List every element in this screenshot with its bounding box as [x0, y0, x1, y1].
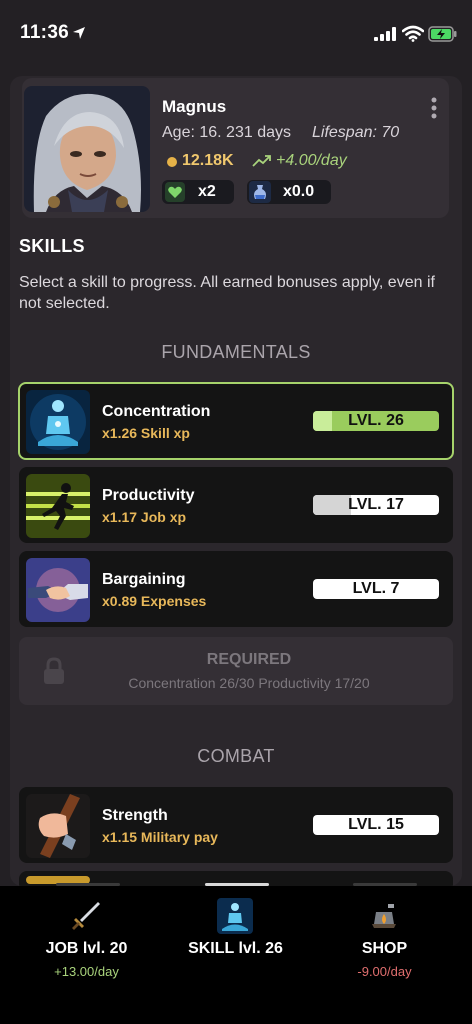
skills-section-title: SKILLS [19, 236, 85, 256]
productivity-skill-icon [26, 474, 90, 538]
potion-multiplier-badge: x0.0 [247, 180, 331, 204]
locked-skill-row: REQUIRED Concentration 26/30 Productivit… [19, 637, 453, 705]
main-content[interactable]: Magnus Age: 16. 231 days Lifespan: 70 12… [10, 76, 462, 886]
heart-icon [165, 182, 185, 202]
health-multiplier-badge: x2 [162, 180, 234, 204]
character-name: Magnus [162, 97, 227, 116]
nav-skill-label: SKILL lvl. 26 [188, 940, 283, 957]
skill-name: Bargaining [102, 571, 186, 588]
potion-icon [249, 181, 271, 203]
wifi-icon [402, 25, 424, 42]
skill-bonus: x1.15 Military pay [102, 829, 218, 845]
health-multiplier-value: x2 [198, 183, 216, 200]
category-header-fundamentals: FUNDAMENTALS [161, 342, 311, 362]
skill-level-label: LVL. 17 [348, 496, 404, 513]
skill-bonus: x1.17 Job xp [102, 509, 187, 525]
location-arrow-icon [73, 27, 85, 39]
skill-level-bar: LVL. 26 [313, 411, 439, 431]
skill-name: Strength [102, 807, 168, 824]
character-lifespan: Lifespan: 70 [312, 124, 400, 141]
skill-bonus: x0.89 Expenses [102, 593, 207, 609]
requirement-text: Concentration 26/30 Productivity 17/20 [128, 675, 370, 691]
money-amount: 12.18K [182, 152, 234, 169]
bargaining-skill-icon [26, 558, 90, 622]
skill-row-strength[interactable]: Strength x1.15 Military pay LVL. 15 [19, 787, 453, 863]
nav-shop-label: SHOP [361, 940, 408, 957]
nav-job-income: +13.00/day [54, 964, 119, 979]
skill-row-productivity[interactable]: Productivity x1.17 Job xp LVL. 17 [19, 467, 453, 543]
skill-level-bar: LVL. 17 [313, 495, 439, 515]
cellular-signal-icon [374, 27, 396, 41]
skill-bonus: x1.26 Skill xp [102, 425, 190, 441]
nav-job-label: JOB lvl. 20 [45, 940, 128, 957]
shop-campfire-icon [372, 904, 396, 928]
bottom-navigation: JOB lvl. 20 +13.00/day SKILL lvl. 26 SHO… [0, 883, 472, 1024]
income-per-day: +4.00/day [276, 152, 347, 169]
character-card: Magnus Age: 16. 231 days Lifespan: 70 12… [22, 78, 449, 218]
character-age: Age: 16. 231 days [162, 124, 291, 141]
strength-skill-icon [26, 794, 90, 858]
skill-name: Productivity [102, 487, 195, 504]
skill-row-concentration[interactable]: Concentration x1.26 Skill xp LVL. 26 [18, 382, 454, 460]
requirement-title: REQUIRED [206, 651, 292, 668]
battery-charging-icon [428, 26, 457, 42]
category-header-combat: COMBAT [197, 746, 275, 766]
potion-multiplier-value: x0.0 [283, 183, 315, 200]
skill-level-label: LVL. 7 [352, 580, 400, 597]
concentration-skill-icon [26, 390, 90, 454]
nav-tab-shop[interactable]: SHOP -9.00/day [306, 886, 463, 1024]
skill-level-label: LVL. 15 [348, 816, 404, 833]
nav-tab-skill[interactable]: SKILL lvl. 26 [157, 886, 314, 1024]
character-avatar [24, 86, 150, 212]
coin-icon [167, 157, 177, 167]
more-options-icon[interactable] [430, 96, 438, 120]
nav-tab-job[interactable]: JOB lvl. 20 +13.00/day [8, 886, 165, 1024]
status-time: 11:36 [20, 22, 70, 43]
skill-row-bargaining[interactable]: Bargaining x0.89 Expenses LVL. 7 [19, 551, 453, 627]
skill-name: Concentration [102, 403, 211, 420]
skill-level-label: LVL. 26 [348, 412, 404, 429]
skill-level-bar: LVL. 7 [313, 579, 439, 599]
skill-level-bar: LVL. 15 [313, 815, 439, 835]
status-bar: 11:36 [0, 0, 472, 60]
skill-meditation-icon [217, 898, 253, 934]
nav-shop-expense: -9.00/day [357, 964, 412, 979]
skills-section-description: Select a skill to progress. All earned b… [19, 274, 435, 312]
trend-up-icon [252, 155, 271, 167]
sword-icon [72, 902, 100, 930]
